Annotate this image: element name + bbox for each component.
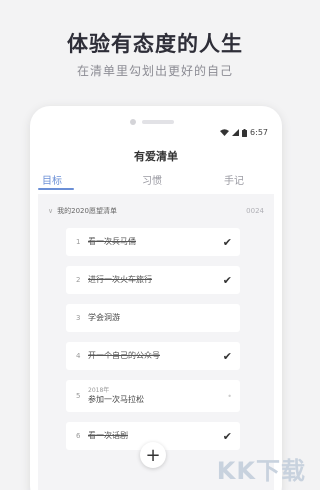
list-item[interactable]: 4 开一个自己的公众号 ✔ xyxy=(66,342,240,370)
item-number: 6 xyxy=(76,432,81,440)
tab-habits[interactable]: 习惯 xyxy=(142,172,162,187)
phone-frame: 6:57 有爱清单 目标 习惯 手记 ∨ 我的2020愿望清单 0024 1 看… xyxy=(30,106,282,490)
add-item-button[interactable]: + xyxy=(140,442,166,468)
chevron-down-icon: ∨ xyxy=(48,207,54,215)
dot-icon[interactable]: • xyxy=(220,392,232,401)
battery-icon xyxy=(242,128,248,137)
wifi-icon xyxy=(220,129,230,136)
item-text: 参加一次马拉松 xyxy=(88,394,144,404)
item-number: 4 xyxy=(76,352,81,360)
tab-notes[interactable]: 手记 xyxy=(224,172,244,187)
item-number: 5 xyxy=(76,392,81,400)
speaker-grill xyxy=(142,120,174,124)
item-text: 看一次兵马俑 xyxy=(88,236,136,246)
item-text: 进行一次火车旅行 xyxy=(88,274,152,284)
checkmark-icon[interactable]: ✔ xyxy=(220,274,232,287)
promo-subline: 在清单里勾划出更好的自己 xyxy=(76,64,233,78)
signal-icon xyxy=(232,129,240,136)
list-meta: 0024 xyxy=(246,207,264,215)
checkmark-icon[interactable]: ✔ xyxy=(220,350,232,363)
watermark-logo: KK下载 xyxy=(216,457,306,485)
list-item[interactable]: 5 2018年 参加一次马拉松 • xyxy=(66,380,240,412)
list-item[interactable]: 3 学会洞游 xyxy=(66,304,240,332)
list-item[interactable]: 2 进行一次火车旅行 ✔ xyxy=(66,266,240,294)
list-header[interactable]: ∨ 我的2020愿望清单 0024 xyxy=(48,204,264,218)
checkmark-icon[interactable]: ✔ xyxy=(220,236,232,249)
item-number: 3 xyxy=(76,314,81,322)
item-text: 开一个自己的公众号 xyxy=(88,350,160,360)
item-note: 2018年 xyxy=(88,386,110,394)
status-time: 6:57 xyxy=(250,128,268,137)
item-text-block: 2018年 参加一次马拉松 xyxy=(88,387,220,405)
item-number: 2 xyxy=(76,276,81,284)
camera-dot xyxy=(130,119,136,125)
item-text: 学会洞游 xyxy=(88,312,120,322)
list-item[interactable]: 1 看一次兵马俑 ✔ xyxy=(66,228,240,256)
active-tab-indicator xyxy=(38,188,74,190)
item-text: 看一次话剧 xyxy=(88,430,128,440)
promo-headline: 体验有态度的人生 xyxy=(67,32,243,56)
checkmark-icon[interactable]: ✔ xyxy=(220,430,232,443)
item-number: 1 xyxy=(76,238,81,246)
app-title: 有爱清单 xyxy=(134,150,178,163)
list-name: 我的2020愿望清单 xyxy=(57,207,117,215)
tab-goals[interactable]: 目标 xyxy=(42,172,62,187)
status-bar: 6:57 xyxy=(220,128,268,137)
tab-bar: 目标 习惯 手记 xyxy=(30,172,282,194)
